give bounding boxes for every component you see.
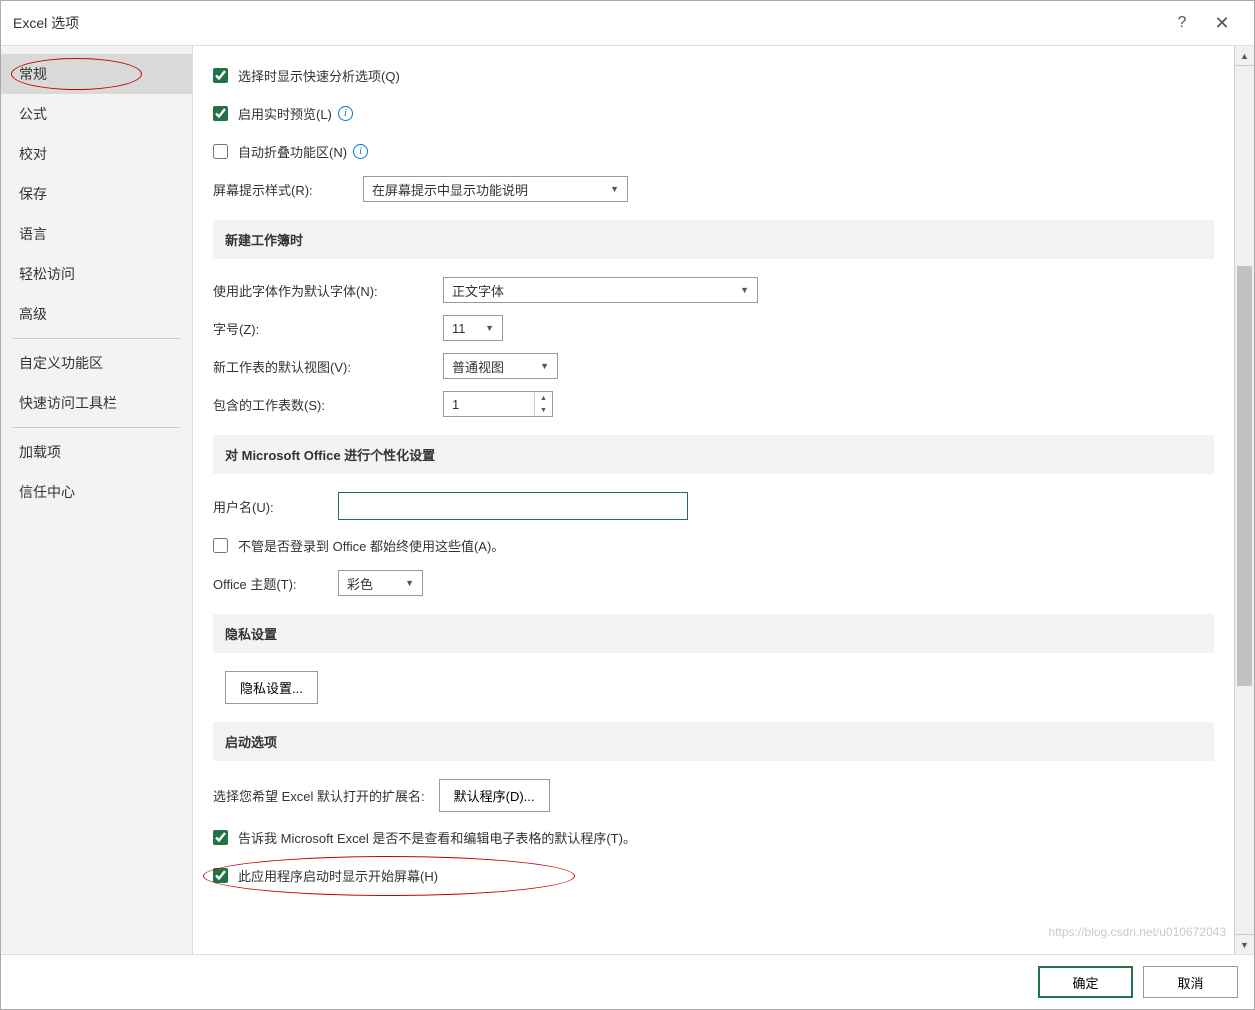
watermark: https://blog.csdn.net/u010672043 (1049, 925, 1226, 939)
sidebar-separator (13, 427, 180, 428)
checkbox-label: 选择时显示快速分析选项(Q) (238, 66, 400, 85)
checkbox-row-tell-default: 告诉我 Microsoft Excel 是否不是查看和编辑电子表格的默认程序(T… (213, 824, 1214, 850)
theme-row: Office 主题(T): 彩色 ▼ (213, 570, 1214, 596)
section-header-privacy: 隐私设置 (213, 614, 1214, 653)
font-label: 使用此字体作为默认字体(N): (213, 281, 443, 300)
sidebar-item-save[interactable]: 保存 (1, 174, 192, 214)
spinner-buttons: ▲ ▼ (534, 392, 552, 416)
ext-label: 选择您希望 Excel 默认打开的扩展名: (213, 786, 425, 805)
dropdown-value: 正文字体 (452, 281, 504, 300)
sheets-spinner[interactable]: 1 ▲ ▼ (443, 391, 553, 417)
dropdown-value: 彩色 (347, 574, 373, 593)
spinner-value: 1 (444, 397, 534, 412)
scrollbar[interactable]: ▲ ▼ (1234, 46, 1254, 954)
checkbox-label: 自动折叠功能区(N) (238, 142, 347, 161)
checkbox-label: 不管是否登录到 Office 都始终使用这些值(A)。 (238, 536, 504, 555)
size-dropdown[interactable]: 11 ▼ (443, 315, 503, 341)
theme-label: Office 主题(T): (213, 574, 338, 593)
default-programs-button[interactable]: 默认程序(D)... (439, 779, 550, 812)
ext-row: 选择您希望 Excel 默认打开的扩展名: 默认程序(D)... (213, 779, 1214, 812)
tip-style-label: 屏幕提示样式(R): (213, 180, 363, 199)
sidebar-item-language[interactable]: 语言 (1, 214, 192, 254)
checkbox-row-quick-analysis: 选择时显示快速分析选项(Q) (213, 62, 1214, 88)
checkbox-row-start-screen: 此应用程序启动时显示开始屏幕(H) (213, 862, 1214, 888)
ok-button[interactable]: 确定 (1038, 966, 1133, 998)
sidebar-item-quick-access[interactable]: 快速访问工具栏 (1, 383, 192, 423)
sidebar-item-trust-center[interactable]: 信任中心 (1, 472, 192, 512)
size-label: 字号(Z): (213, 319, 443, 338)
checkbox-tell-default[interactable] (213, 830, 228, 845)
checkbox-label: 此应用程序启动时显示开始屏幕(H) (238, 866, 438, 885)
view-dropdown[interactable]: 普通视图 ▼ (443, 353, 558, 379)
checkbox-label: 告诉我 Microsoft Excel 是否不是查看和编辑电子表格的默认程序(T… (238, 828, 636, 847)
scrollbar-up-button[interactable]: ▲ (1235, 46, 1254, 66)
view-row: 新工作表的默认视图(V): 普通视图 ▼ (213, 353, 1214, 379)
sidebar-item-customize-ribbon[interactable]: 自定义功能区 (1, 343, 192, 383)
sidebar-item-addins[interactable]: 加载项 (1, 432, 192, 472)
privacy-btn-row: 隐私设置... (225, 671, 1214, 704)
dialog-body: 常规 公式 校对 保存 语言 轻松访问 高级 自定义功能区 快速访问工具栏 加载… (1, 46, 1254, 954)
cancel-button[interactable]: 取消 (1143, 966, 1238, 998)
sidebar-separator (13, 338, 180, 339)
info-icon[interactable] (353, 144, 368, 159)
section-header-newworkbook: 新建工作簿时 (213, 220, 1214, 259)
checkbox-row-collapse-ribbon: 自动折叠功能区(N) (213, 138, 1214, 164)
dialog-footer: 确定 取消 (1, 954, 1254, 1009)
scrollbar-thumb[interactable] (1237, 266, 1252, 686)
sidebar-item-proofing[interactable]: 校对 (1, 134, 192, 174)
privacy-settings-button[interactable]: 隐私设置... (225, 671, 318, 704)
section-header-startup: 启动选项 (213, 722, 1214, 761)
sheets-label: 包含的工作表数(S): (213, 395, 443, 414)
section-header-personalize: 对 Microsoft Office 进行个性化设置 (213, 435, 1214, 474)
chevron-down-icon: ▼ (395, 578, 414, 588)
close-button[interactable]: ✕ (1202, 1, 1242, 45)
chevron-down-icon: ▼ (730, 285, 749, 295)
theme-dropdown[interactable]: 彩色 ▼ (338, 570, 423, 596)
chevron-down-icon: ▼ (475, 323, 494, 333)
sidebar-item-advanced[interactable]: 高级 (1, 294, 192, 334)
sidebar-item-general[interactable]: 常规 (1, 54, 192, 94)
tip-style-row: 屏幕提示样式(R): 在屏幕提示中显示功能说明 ▼ (213, 176, 1214, 202)
checkbox-collapse-ribbon[interactable] (213, 144, 228, 159)
checkbox-live-preview[interactable] (213, 106, 228, 121)
checkbox-start-screen[interactable] (213, 868, 228, 883)
spinner-up[interactable]: ▲ (535, 392, 552, 404)
username-input[interactable] (338, 492, 688, 520)
checkbox-always-use[interactable] (213, 538, 228, 553)
font-dropdown[interactable]: 正文字体 ▼ (443, 277, 758, 303)
checkbox-row-live-preview: 启用实时预览(L) (213, 100, 1214, 126)
sidebar-item-easeofaccess[interactable]: 轻松访问 (1, 254, 192, 294)
scrollbar-down-button[interactable]: ▼ (1235, 934, 1254, 954)
help-button[interactable]: ? (1162, 1, 1202, 45)
checkbox-quick-analysis[interactable] (213, 68, 228, 83)
sidebar: 常规 公式 校对 保存 语言 轻松访问 高级 自定义功能区 快速访问工具栏 加载… (1, 46, 193, 954)
content-area: 选择时显示快速分析选项(Q) 启用实时预览(L) 自动折叠功能区(N) 屏幕提示… (193, 46, 1234, 954)
titlebar: Excel 选项 ? ✕ (1, 1, 1254, 46)
tip-style-dropdown[interactable]: 在屏幕提示中显示功能说明 ▼ (363, 176, 628, 202)
sidebar-item-formulas[interactable]: 公式 (1, 94, 192, 134)
main-panel: 选择时显示快速分析选项(Q) 启用实时预览(L) 自动折叠功能区(N) 屏幕提示… (193, 46, 1254, 954)
dropdown-value: 在屏幕提示中显示功能说明 (372, 180, 528, 199)
font-row: 使用此字体作为默认字体(N): 正文字体 ▼ (213, 277, 1214, 303)
dialog-title: Excel 选项 (13, 13, 1162, 33)
username-row: 用户名(U): (213, 492, 1214, 520)
dropdown-value: 11 (452, 321, 466, 336)
size-row: 字号(Z): 11 ▼ (213, 315, 1214, 341)
excel-options-dialog: Excel 选项 ? ✕ 常规 公式 校对 保存 语言 轻松访问 高级 自定义功… (0, 0, 1255, 1010)
spinner-down[interactable]: ▼ (535, 404, 552, 416)
username-label: 用户名(U): (213, 497, 338, 516)
chevron-down-icon: ▼ (600, 184, 619, 194)
info-icon[interactable] (338, 106, 353, 121)
sheets-row: 包含的工作表数(S): 1 ▲ ▼ (213, 391, 1214, 417)
dropdown-value: 普通视图 (452, 357, 504, 376)
checkbox-label: 启用实时预览(L) (238, 104, 332, 123)
checkbox-row-always-use: 不管是否登录到 Office 都始终使用这些值(A)。 (213, 532, 1214, 558)
view-label: 新工作表的默认视图(V): (213, 357, 443, 376)
chevron-down-icon: ▼ (530, 361, 549, 371)
